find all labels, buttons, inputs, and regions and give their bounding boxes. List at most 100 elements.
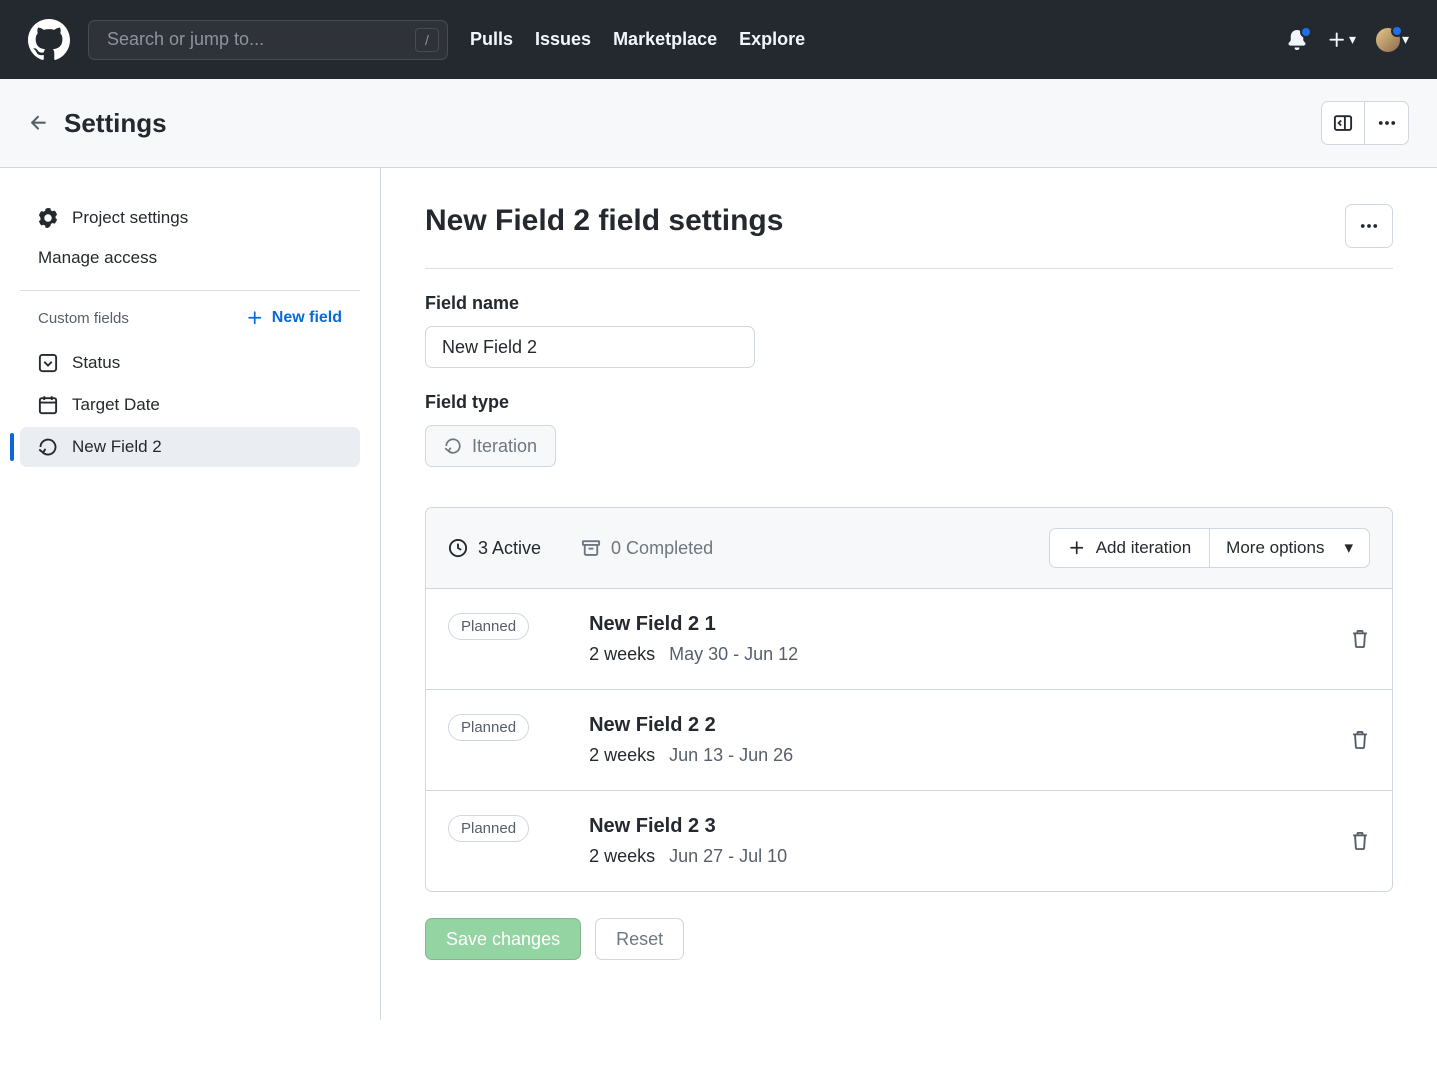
delete-iteration-button[interactable]: [1350, 629, 1370, 649]
delete-iteration-button[interactable]: [1350, 831, 1370, 851]
field-name-input[interactable]: [425, 326, 755, 368]
create-new-button[interactable]: ▾: [1327, 30, 1356, 50]
clock-icon: [448, 538, 468, 558]
add-iteration-label: Add iteration: [1096, 538, 1191, 558]
iteration-duration: 2 weeks: [589, 846, 655, 867]
iteration-title: New Field 2 3: [589, 815, 1350, 838]
caret-down-icon: ▾: [1349, 31, 1356, 48]
caret-down-icon: ▾: [1402, 31, 1409, 48]
iteration-row: Planned New Field 2 2 2 weeks Jun 13 - J…: [426, 690, 1392, 791]
iteration-duration: 2 weeks: [589, 644, 655, 665]
reset-button[interactable]: Reset: [595, 918, 684, 960]
nav-issues[interactable]: Issues: [535, 29, 591, 50]
field-type-label: Field type: [425, 392, 1393, 413]
iteration-meta: 2 weeks May 30 - Jun 12: [589, 644, 1350, 665]
main: Project settings Manage access Custom fi…: [0, 168, 1437, 1020]
field-more-button[interactable]: [1345, 204, 1393, 248]
sidebar-manage-access[interactable]: Manage access: [20, 238, 360, 278]
back-arrow-icon[interactable]: [28, 112, 50, 134]
iteration-dates: Jun 27 - Jul 10: [669, 846, 787, 867]
github-logo[interactable]: [28, 19, 70, 61]
nav-explore[interactable]: Explore: [739, 29, 805, 50]
tab-completed[interactable]: 0 Completed: [581, 538, 713, 559]
avatar: [1376, 28, 1400, 52]
nav-marketplace[interactable]: Marketplace: [613, 29, 717, 50]
top-bar-right: ▾ ▾: [1287, 28, 1409, 52]
notification-dot-icon: [1300, 26, 1312, 38]
iteration-duration: 2 weeks: [589, 745, 655, 766]
save-button[interactable]: Save changes: [425, 918, 581, 960]
tab-label: 0 Completed: [611, 538, 713, 559]
nav-pulls[interactable]: Pulls: [470, 29, 513, 50]
iterations-panel: 3 Active 0 Completed Add iteration More …: [425, 507, 1393, 892]
trash-icon: [1350, 629, 1370, 649]
field-type-value: Iteration: [472, 436, 537, 457]
field-label: Target Date: [72, 395, 160, 415]
slash-key-icon: /: [415, 28, 439, 52]
add-iteration-button[interactable]: Add iteration: [1049, 528, 1210, 568]
plus-icon: [246, 309, 264, 327]
single-select-icon: [38, 353, 58, 373]
iteration-body: New Field 2 1 2 weeks May 30 - Jun 12: [589, 613, 1350, 665]
trash-icon: [1350, 831, 1370, 851]
avatar-dot-icon: [1391, 25, 1403, 37]
field-name-group: Field name: [425, 293, 1393, 368]
archive-icon: [581, 538, 601, 558]
field-name-label: Field name: [425, 293, 1393, 314]
sidebar-label: Project settings: [72, 208, 188, 228]
iteration-row: Planned New Field 2 1 2 weeks May 30 - J…: [426, 589, 1392, 690]
iteration-title: New Field 2 2: [589, 714, 1350, 737]
caret-down-icon: ▾: [1344, 538, 1353, 558]
iteration-dates: Jun 13 - Jun 26: [669, 745, 793, 766]
sub-header-actions: [1321, 101, 1409, 145]
section-title: Custom fields: [38, 310, 129, 327]
iteration-body: New Field 2 3 2 weeks Jun 27 - Jul 10: [589, 815, 1350, 867]
tab-active[interactable]: 3 Active: [448, 538, 541, 559]
iteration-meta: 2 weeks Jun 27 - Jul 10: [589, 846, 1350, 867]
planned-badge: Planned: [448, 714, 529, 741]
planned-badge: Planned: [448, 815, 529, 842]
trash-icon: [1350, 730, 1370, 750]
user-menu[interactable]: ▾: [1376, 28, 1409, 52]
iterations-header: 3 Active 0 Completed Add iteration More …: [426, 508, 1392, 589]
more-options-label: More options: [1226, 538, 1324, 558]
search-input[interactable]: [107, 29, 415, 50]
sidebar-label: Manage access: [38, 248, 157, 268]
field-type-group: Field type Iteration: [425, 392, 1393, 467]
iteration-dates: May 30 - Jun 12: [669, 644, 798, 665]
new-field-button[interactable]: New field: [246, 309, 342, 327]
sidebar-field-status[interactable]: Status: [20, 343, 360, 383]
gear-icon: [38, 208, 58, 228]
sidebar: Project settings Manage access Custom fi…: [0, 168, 381, 1020]
search-box[interactable]: /: [88, 20, 448, 60]
delete-iteration-button[interactable]: [1350, 730, 1370, 750]
more-menu-button[interactable]: [1365, 101, 1409, 145]
planned-badge: Planned: [448, 613, 529, 640]
iteration-actions: Add iteration More options ▾: [1049, 528, 1370, 568]
page-title: Settings: [64, 108, 167, 139]
nav-links: Pulls Issues Marketplace Explore: [470, 29, 805, 50]
sub-header: Settings: [0, 79, 1437, 168]
more-options-button[interactable]: More options ▾: [1210, 528, 1370, 568]
sidebar-field-target-date[interactable]: Target Date: [20, 385, 360, 425]
iteration-title: New Field 2 1: [589, 613, 1350, 636]
calendar-icon: [38, 395, 58, 415]
iteration-icon: [444, 437, 462, 455]
iteration-icon: [38, 437, 58, 457]
top-bar: / Pulls Issues Marketplace Explore ▾ ▾: [0, 0, 1437, 79]
field-label: New Field 2: [72, 437, 162, 457]
sidebar-field-new-field-2[interactable]: New Field 2: [20, 427, 360, 467]
notifications-button[interactable]: [1287, 30, 1307, 50]
footer-actions: Save changes Reset: [425, 918, 1393, 960]
field-type-pill: Iteration: [425, 425, 556, 467]
tab-label: 3 Active: [478, 538, 541, 559]
iteration-meta: 2 weeks Jun 13 - Jun 26: [589, 745, 1350, 766]
sidebar-project-settings[interactable]: Project settings: [20, 198, 360, 238]
plus-icon: [1068, 539, 1086, 557]
iteration-body: New Field 2 2 2 weeks Jun 13 - Jun 26: [589, 714, 1350, 766]
content: New Field 2 field settings Field name Fi…: [381, 168, 1437, 1020]
custom-fields-header: Custom fields New field: [20, 309, 360, 341]
new-field-label: New field: [272, 309, 342, 327]
divider: [20, 290, 360, 291]
panel-toggle-button[interactable]: [1321, 101, 1365, 145]
